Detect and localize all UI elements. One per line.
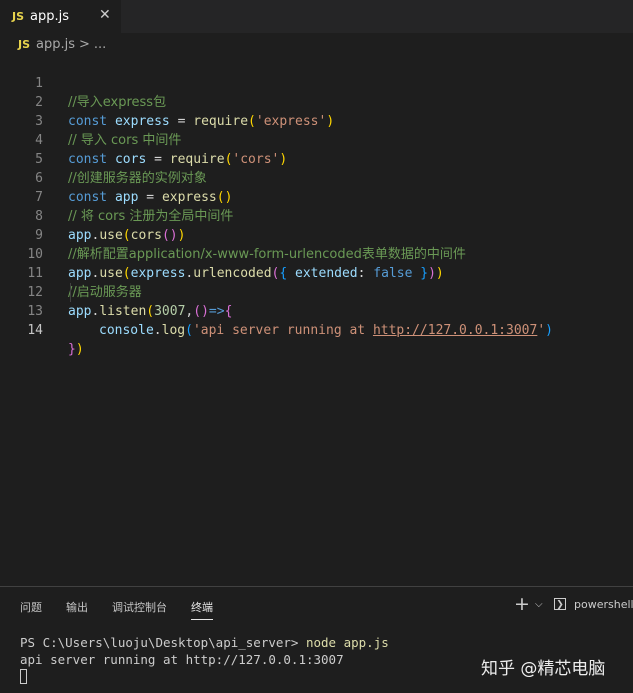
terminal-icon[interactable]: ❯: [554, 598, 566, 610]
editor-tab-bar: JS app.js ✕: [0, 0, 633, 33]
tab-output[interactable]: 输出: [66, 599, 88, 615]
chevron-down-icon[interactable]: ⌵: [535, 599, 543, 610]
terminal-output: api server running at http://127.0.0.1:3…: [20, 652, 344, 667]
code-operator: .: [153, 323, 162, 338]
code-link[interactable]: http://127.0.0.1:3007: [373, 323, 537, 338]
terminal-command: node app.js: [298, 635, 389, 650]
code-line: 14 }): [0, 302, 633, 357]
breadcrumb: JS app.js > ...: [0, 33, 633, 55]
line-number: 14: [27, 323, 43, 338]
tab-problems[interactable]: 问题: [20, 599, 42, 615]
code-string: 'api server running at: [192, 323, 373, 338]
code-line: 9 //解析配置application/x-www-form-urlencode…: [0, 207, 633, 262]
add-terminal-icon[interactable]: +: [514, 593, 530, 615]
indent-guide: [70, 283, 71, 302]
terminal-line: PS C:\Users\luoju\Desktop\api_server> no…: [20, 635, 389, 650]
code-string: ': [537, 323, 546, 338]
breadcrumb-file[interactable]: app.js: [36, 37, 75, 52]
code-bracket: (: [185, 323, 193, 338]
javascript-file-icon: JS: [18, 37, 31, 51]
chevron-right-icon: >: [79, 36, 90, 52]
code-line: 3 // 导入 cors 中间件: [0, 93, 633, 148]
code-bracket: }: [68, 342, 76, 357]
close-icon[interactable]: ✕: [99, 7, 111, 23]
code-editor[interactable]: 1 //导入express包 2 const express = require…: [0, 54, 633, 586]
terminal-cursor[interactable]: [20, 669, 27, 684]
code-line: 13 console.log('api server running at ht…: [0, 283, 633, 338]
code-variable: console: [99, 323, 154, 338]
code-line: 8 app.use(cors()): [0, 188, 633, 243]
code-bracket: ): [75, 342, 84, 357]
code-line: 2 const express = require('express'): [0, 74, 633, 129]
tab-app-js[interactable]: JS app.js ✕: [0, 0, 121, 33]
terminal-prompt: PS C:\Users\luoju\Desktop\api_server>: [20, 635, 299, 650]
javascript-file-icon: JS: [12, 10, 25, 23]
code-line: 7 // 将 cors 注册为全局中间件: [0, 169, 633, 224]
shell-name[interactable]: powershell: [574, 598, 633, 611]
tab-label: app.js: [30, 9, 70, 24]
code-bracket: ): [545, 323, 553, 338]
code-line: 4 const cors = require('cors'): [0, 112, 633, 167]
watermark: 知乎 @精芯电脑: [481, 659, 606, 679]
tab-terminal[interactable]: 终端: [191, 599, 213, 620]
code-line: 5 //创建服务器的实例对象: [0, 131, 633, 186]
code-line: 1 //导入express包: [0, 55, 633, 110]
code-function: log: [161, 323, 186, 338]
code-line: 6 const app = express(): [0, 150, 633, 205]
code-line: 11 //启动服务器: [0, 245, 633, 300]
tab-debug-console[interactable]: 调试控制台: [112, 599, 167, 615]
code-line: 10 app.use(express.urlencoded({ extended…: [0, 226, 633, 281]
breadcrumb-more[interactable]: ...: [94, 37, 106, 52]
code-line: 12 app.listen(3007,()=>{: [0, 264, 633, 319]
